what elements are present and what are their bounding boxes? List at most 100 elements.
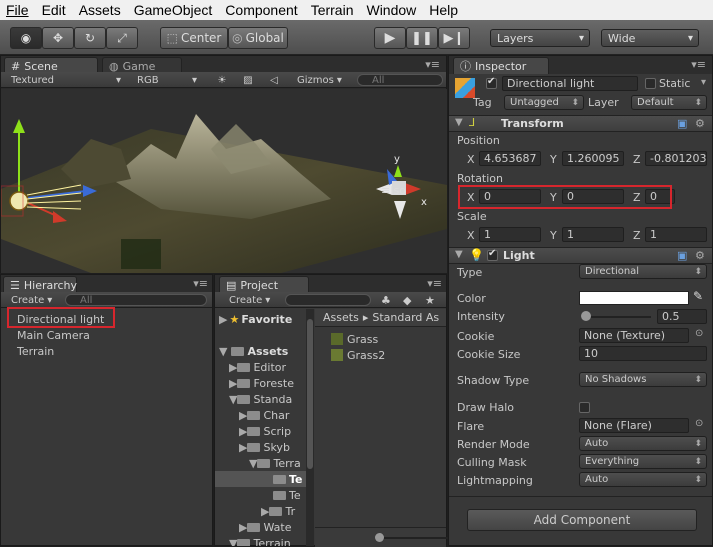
assets-folder[interactable]: ▼ Assets xyxy=(215,343,307,359)
pause-button[interactable]: ❚❚ xyxy=(406,27,438,49)
color-swatch[interactable] xyxy=(579,291,689,305)
folder-tree-scrollbar[interactable] xyxy=(306,309,314,546)
tab-hierarchy[interactable]: ☰ Hierarchy xyxy=(3,276,77,293)
scene-lighting-toggle[interactable]: ☀ xyxy=(211,73,233,87)
menu-edit[interactable]: Edit xyxy=(36,2,73,18)
folder-forest[interactable]: ▶ Foreste xyxy=(215,375,307,391)
static-dropdown-icon[interactable]: ▾ xyxy=(701,77,706,88)
layout-dropdown[interactable]: Wide xyxy=(601,29,699,47)
light-type-dropdown[interactable]: Directional xyxy=(579,264,707,279)
panel-menu-icon[interactable]: ▾≡ xyxy=(691,58,706,71)
flare-field[interactable]: None (Flare) xyxy=(579,418,689,433)
tag-dropdown[interactable]: Untagged xyxy=(504,95,584,110)
culling-mask-dropdown[interactable]: Everything xyxy=(579,454,707,469)
render-mode-dropdown[interactable]: RGB ▾ xyxy=(137,73,197,87)
position-z-field[interactable]: -0.801203 xyxy=(645,151,707,166)
transform-header[interactable]: ▼ ⅃ Transform ▣ ⚙ xyxy=(449,115,712,132)
play-button[interactable]: ▶ xyxy=(374,27,406,49)
scale-x-field[interactable]: 1 xyxy=(479,227,541,242)
position-x-field[interactable]: 4.653687 xyxy=(479,151,541,166)
step-button[interactable]: ▶❙ xyxy=(438,27,470,49)
panel-menu-icon[interactable]: ▾≡ xyxy=(193,277,208,290)
folder-trees[interactable]: ▶ Tr xyxy=(215,503,307,519)
layers-dropdown[interactable]: Layers xyxy=(490,29,590,47)
layer-dropdown[interactable]: Default xyxy=(631,95,707,110)
scale-z-field[interactable]: 1 xyxy=(645,227,707,242)
cookie-field[interactable]: None (Texture) xyxy=(579,328,689,343)
object-picker-icon[interactable]: ⊙ xyxy=(695,418,703,429)
folder-water[interactable]: ▶ Wate xyxy=(215,519,307,535)
move-tool-button[interactable]: ✥ xyxy=(42,27,74,49)
menu-help[interactable]: Help xyxy=(423,2,465,18)
scale-tool-button[interactable]: ⤢ xyxy=(106,27,138,49)
help-icon[interactable]: ▣ xyxy=(677,249,687,262)
pivot-global-button[interactable]: ◎ Global xyxy=(228,27,288,49)
menu-assets[interactable]: Assets xyxy=(73,2,128,18)
cookie-size-field[interactable]: 10 xyxy=(579,346,707,361)
file-grass2[interactable]: Grass2 xyxy=(331,347,431,363)
file-grass[interactable]: Grass xyxy=(331,331,431,347)
render-mode-dropdown[interactable]: Auto xyxy=(579,436,707,451)
menu-file[interactable]: File xyxy=(0,2,36,18)
scene-effects-toggle[interactable]: ▨ xyxy=(237,73,259,87)
add-component-button[interactable]: Add Component xyxy=(467,509,697,531)
help-icon[interactable]: ▣ xyxy=(677,117,687,130)
intensity-field[interactable]: 0.5 xyxy=(657,309,707,324)
scrollbar-thumb[interactable] xyxy=(307,319,313,469)
audio-toggle[interactable]: ◁ xyxy=(263,73,285,87)
hand-tool-button[interactable]: ◉ xyxy=(10,27,42,49)
hierarchy-create-dropdown[interactable]: Create ▾ xyxy=(11,293,52,307)
panel-menu-icon[interactable]: ▾≡ xyxy=(427,277,442,290)
intensity-slider-thumb[interactable] xyxy=(581,311,591,321)
favorites-section[interactable]: ▶ ★ Favorite xyxy=(215,311,307,327)
pivot-center-button[interactable]: ⬚ Center xyxy=(160,27,228,49)
icon-size-slider-thumb[interactable] xyxy=(375,533,384,542)
light-enabled-checkbox[interactable] xyxy=(487,248,498,261)
favorite-star-icon[interactable]: ★ xyxy=(425,293,435,307)
folder-terrain-assets[interactable]: ▼ Terra xyxy=(215,455,307,471)
menu-gameobject[interactable]: GameObject xyxy=(128,2,220,18)
position-y-field[interactable]: 1.260095 xyxy=(562,151,624,166)
intensity-slider[interactable] xyxy=(581,316,651,318)
hierarchy-search-input[interactable]: All xyxy=(65,294,207,306)
tab-project[interactable]: ▤ Project xyxy=(219,276,309,293)
settings-gear-icon[interactable]: ⚙ xyxy=(695,249,705,262)
menu-component[interactable]: Component xyxy=(219,2,304,18)
hierarchy-item-main-camera[interactable]: Main Camera xyxy=(1,327,212,343)
breadcrumb-assets[interactable]: Assets xyxy=(323,311,359,324)
project-create-dropdown[interactable]: Create ▾ xyxy=(229,293,270,307)
filter-type-icon[interactable]: ♣ xyxy=(381,293,391,307)
scene-search-input[interactable]: All xyxy=(357,74,443,86)
lightmapping-dropdown[interactable]: Auto xyxy=(579,472,707,487)
tab-inspector[interactable]: ⓘ Inspector xyxy=(453,57,549,74)
folder-editor[interactable]: ▶ Editor xyxy=(215,359,307,375)
folder-scripts[interactable]: ▶ Scrip xyxy=(215,423,307,439)
menu-window[interactable]: Window xyxy=(360,2,423,18)
rotate-tool-button[interactable]: ↻ xyxy=(74,27,106,49)
folder-textures-2[interactable]: Te xyxy=(215,487,307,503)
object-picker-icon[interactable]: ⊙ xyxy=(695,328,703,339)
shadow-type-dropdown[interactable]: No Shadows xyxy=(579,372,707,387)
draw-halo-checkbox[interactable] xyxy=(579,402,590,413)
iso-label[interactable]: ≡Iso xyxy=(381,184,406,197)
folder-standard-assets[interactable]: ▼ Standa xyxy=(215,391,307,407)
object-name-field[interactable]: Directional light xyxy=(502,76,638,91)
gizmos-dropdown[interactable]: Gizmos ▾ xyxy=(297,73,347,87)
light-header[interactable]: ▼ 💡 Light ▣ ⚙ xyxy=(449,247,712,264)
scale-y-field[interactable]: 1 xyxy=(562,227,624,242)
panel-menu-icon[interactable]: ▾≡ xyxy=(425,58,440,71)
eyedropper-icon[interactable]: ✎ xyxy=(693,289,703,303)
static-checkbox[interactable] xyxy=(645,78,656,89)
folder-character[interactable]: ▶ Char xyxy=(215,407,307,423)
folder-skyboxes[interactable]: ▶ Skyb xyxy=(215,439,307,455)
hierarchy-item-terrain[interactable]: Terrain xyxy=(1,343,212,359)
menu-terrain[interactable]: Terrain xyxy=(305,2,361,18)
shading-dropdown[interactable]: Textured ▾ xyxy=(11,73,121,87)
breadcrumb-standard-assets[interactable]: Standard As xyxy=(372,311,439,324)
project-search-input[interactable] xyxy=(285,294,371,306)
folder-textures-selected[interactable]: Te xyxy=(215,471,307,487)
folder-terrain[interactable]: ▼ Terrain xyxy=(215,535,307,546)
scene-viewport[interactable]: y x xyxy=(1,89,447,273)
filter-label-icon[interactable]: ◆ xyxy=(403,293,411,307)
active-checkbox[interactable] xyxy=(486,76,497,89)
